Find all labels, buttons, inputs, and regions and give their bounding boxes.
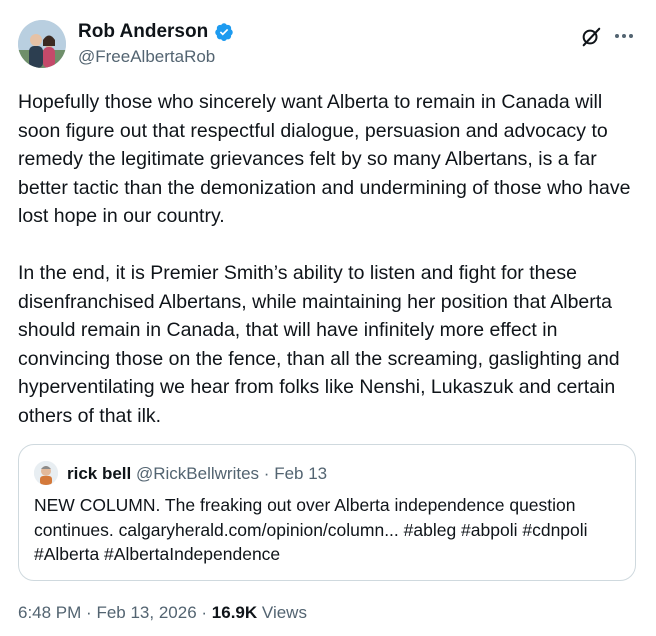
views-count: 16.9K bbox=[211, 603, 258, 622]
verified-badge-icon bbox=[215, 23, 233, 41]
author-handle[interactable]: @FreeAlbertaRob bbox=[78, 46, 215, 68]
views-label: Views bbox=[261, 603, 307, 622]
quoted-avatar-photo bbox=[34, 461, 58, 485]
tweet-text: Hopefully those who sincerely want Alber… bbox=[18, 88, 642, 430]
author-name[interactable]: Rob Anderson bbox=[78, 20, 208, 44]
more-options-icon[interactable] bbox=[612, 26, 636, 46]
quoted-author-avatar[interactable] bbox=[34, 461, 58, 485]
tweet-time[interactable]: 6:48 PM bbox=[18, 603, 81, 622]
footer-separator-2: · bbox=[201, 603, 208, 622]
tweet-date[interactable]: Feb 13, 2026 bbox=[96, 603, 196, 622]
quoted-date[interactable]: Feb 13 bbox=[274, 464, 327, 483]
quoted-author-name[interactable]: rick bell bbox=[67, 464, 131, 483]
quoted-separator: · bbox=[263, 464, 270, 483]
author-name-row[interactable]: Rob Anderson bbox=[78, 20, 234, 44]
tweet-paragraph-1: Hopefully those who sincerely want Alber… bbox=[18, 91, 631, 227]
quoted-author-handle[interactable]: @RickBellwrites bbox=[136, 464, 259, 483]
quoted-text: NEW COLUMN. The freaking out over Albert… bbox=[34, 495, 588, 564]
quoted-tweet[interactable]: rick bell @RickBellwrites · Feb 13 NEW C… bbox=[18, 444, 636, 581]
tweet-footer: 6:48 PM · Feb 13, 2026 · 16.9K Views bbox=[18, 602, 307, 624]
tweet-paragraph-2: In the end, it is Premier Smith’s abilit… bbox=[18, 262, 620, 427]
author-avatar[interactable] bbox=[18, 20, 66, 68]
avatar-photo bbox=[18, 20, 66, 68]
footer-separator-1: · bbox=[86, 603, 92, 622]
grok-icon[interactable] bbox=[580, 26, 602, 48]
quoted-header: rick bell @RickBellwrites · Feb 13 bbox=[67, 463, 327, 485]
